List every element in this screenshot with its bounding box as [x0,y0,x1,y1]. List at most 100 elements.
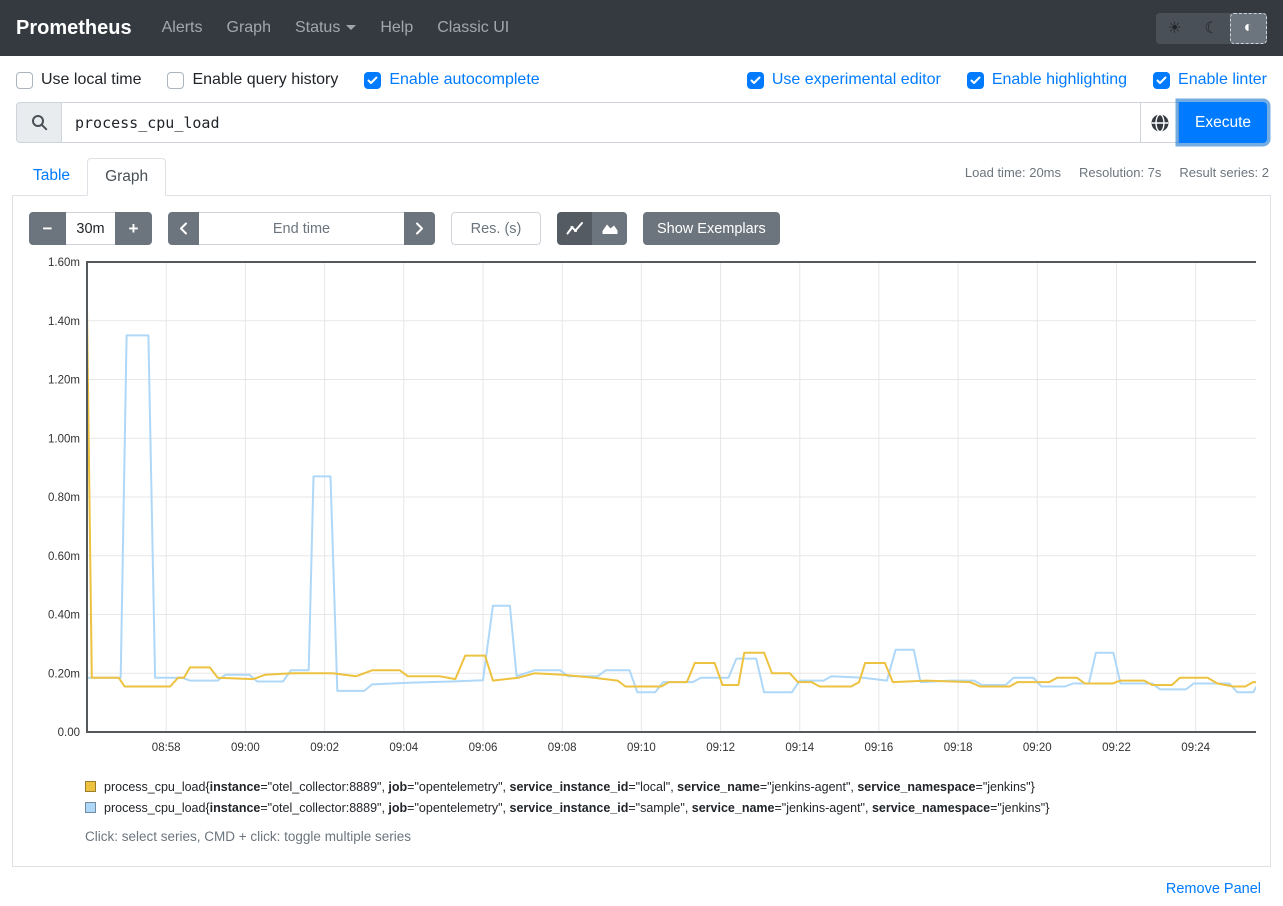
stat-load-time: Load time: 20ms [965,165,1061,195]
svg-text:09:08: 09:08 [548,742,577,754]
query-stats: Load time: 20ms Resolution: 7s Result se… [965,158,1271,195]
svg-text:09:10: 09:10 [627,742,656,754]
legend-series-label: process_cpu_load{instance="otel_collecto… [104,780,1035,794]
check-icon [1156,76,1167,85]
option-label: Enable autocomplete [389,71,539,89]
globe-icon [1150,113,1170,133]
option-label: Use local time [41,71,141,89]
svg-text:1.40m: 1.40m [48,316,80,328]
svg-text:0.40m: 0.40m [48,610,80,622]
svg-text:09:06: 09:06 [469,742,498,754]
nav-item-alerts[interactable]: Alerts [150,11,215,45]
line-chart-button[interactable] [557,212,592,245]
show-exemplars-button[interactable]: Show Exemplars [643,212,780,245]
options-right: Use experimental editor Enable highlighti… [747,71,1267,89]
check-icon [367,76,378,85]
chart-area[interactable]: 0.000.20m0.40m0.60m0.80m1.00m1.20m1.40m1… [29,253,1262,760]
stacked-chart-button[interactable] [592,212,627,245]
light-theme-button[interactable]: ☀ [1156,13,1193,44]
svg-text:1.60m: 1.60m [48,257,80,269]
checkbox[interactable] [167,72,184,89]
chevron-left-icon [179,222,188,235]
navbar: Prometheus AlertsGraphStatusHelpClassic … [0,0,1283,56]
nav-item-graph[interactable]: Graph [215,11,283,45]
chevron-right-icon [415,222,424,235]
circle-half-icon: ◐ [1244,19,1254,37]
remove-panel-link[interactable]: Remove Panel [1166,881,1261,897]
theme-toggle-group: ☀ ☾ ◐ [1156,13,1267,44]
end-time-input[interactable] [199,212,404,245]
metrics-explorer-button[interactable] [1140,102,1179,143]
svg-text:08:58: 08:58 [152,742,181,754]
tab-graph[interactable]: Graph [87,158,166,196]
check-icon [970,76,981,85]
time-back-button[interactable] [168,212,199,245]
nav-item-classic-ui[interactable]: Classic UI [425,11,521,45]
check-icon [750,76,761,85]
legend-item[interactable]: process_cpu_load{instance="otel_collecto… [85,780,1262,794]
svg-text:09:16: 09:16 [865,742,894,754]
timeseries-chart[interactable]: 0.000.20m0.40m0.60m0.80m1.00m1.20m1.40m1… [29,253,1256,755]
stat-resolution: Resolution: 7s [1079,165,1161,195]
range-group: − + [29,212,152,245]
nav-item-help[interactable]: Help [368,11,425,45]
svg-text:0.00: 0.00 [58,727,80,739]
range-input[interactable] [66,212,115,245]
option-label: Enable highlighting [992,71,1127,89]
option-use-local-time[interactable]: Use local time [16,71,141,89]
tabs-row: Table Graph Load time: 20ms Resolution: … [12,158,1271,196]
legend-series-label: process_cpu_load{instance="otel_collecto… [104,801,1049,815]
option-enable-highlighting[interactable]: Enable highlighting [967,71,1127,89]
option-use-experimental-editor[interactable]: Use experimental editor [747,71,941,89]
resolution-input[interactable] [451,212,541,245]
svg-text:09:22: 09:22 [1102,742,1131,754]
legend-swatch [85,781,96,792]
nav-items: AlertsGraphStatusHelpClassic UI [150,11,522,45]
svg-text:09:24: 09:24 [1181,742,1210,754]
moon-icon: ☾ [1204,18,1218,38]
brand-prometheus[interactable]: Prometheus [16,17,132,40]
svg-text:09:02: 09:02 [310,742,339,754]
caret-down-icon [346,25,356,30]
options-left: Use local time Enable query history Enable… [16,71,540,89]
option-enable-query-history[interactable]: Enable query history [167,71,338,89]
svg-text:09:00: 09:00 [231,742,260,754]
time-forward-button[interactable] [404,212,435,245]
endtime-group [168,212,435,245]
range-increase-button[interactable]: + [115,212,152,245]
execute-button[interactable]: Execute [1179,102,1267,143]
option-label: Use experimental editor [772,71,941,89]
svg-text:1.00m: 1.00m [48,433,80,445]
option-enable-linter[interactable]: Enable linter [1153,71,1267,89]
option-enable-autocomplete[interactable]: Enable autocomplete [364,71,539,89]
tabs: Table Graph [16,158,166,195]
checkbox[interactable] [364,72,381,89]
dark-theme-button[interactable]: ☾ [1193,13,1230,44]
checkbox[interactable] [16,72,33,89]
checkbox[interactable] [747,72,764,89]
panel-footer: Remove Panel [0,880,1261,898]
option-label: Enable linter [1178,71,1267,89]
range-decrease-button[interactable]: − [29,212,66,245]
svg-text:1.20m: 1.20m [48,375,80,387]
nav-item-status[interactable]: Status [283,11,368,45]
checkbox[interactable] [967,72,984,89]
query-input-group: Execute [16,102,1267,143]
legend-swatch [85,802,96,813]
options-row: Use local time Enable query history Enable… [0,56,1283,89]
checkbox[interactable] [1153,72,1170,89]
legend-item[interactable]: process_cpu_load{instance="otel_collecto… [85,801,1262,815]
area-chart-icon [601,221,619,236]
svg-text:0.20m: 0.20m [48,668,80,680]
graph-panel: − + [12,196,1271,867]
search-icon [31,114,48,131]
graph-controls: − + [29,212,1262,245]
svg-text:09:14: 09:14 [785,742,814,754]
tab-table[interactable]: Table [16,158,87,196]
auto-theme-button[interactable]: ◐ [1230,13,1267,44]
svg-text:09:12: 09:12 [706,742,735,754]
query-expression-input[interactable] [61,102,1141,143]
line-chart-icon [566,221,584,236]
svg-text:09:18: 09:18 [944,742,973,754]
stat-result-series: Result series: 2 [1179,165,1269,195]
